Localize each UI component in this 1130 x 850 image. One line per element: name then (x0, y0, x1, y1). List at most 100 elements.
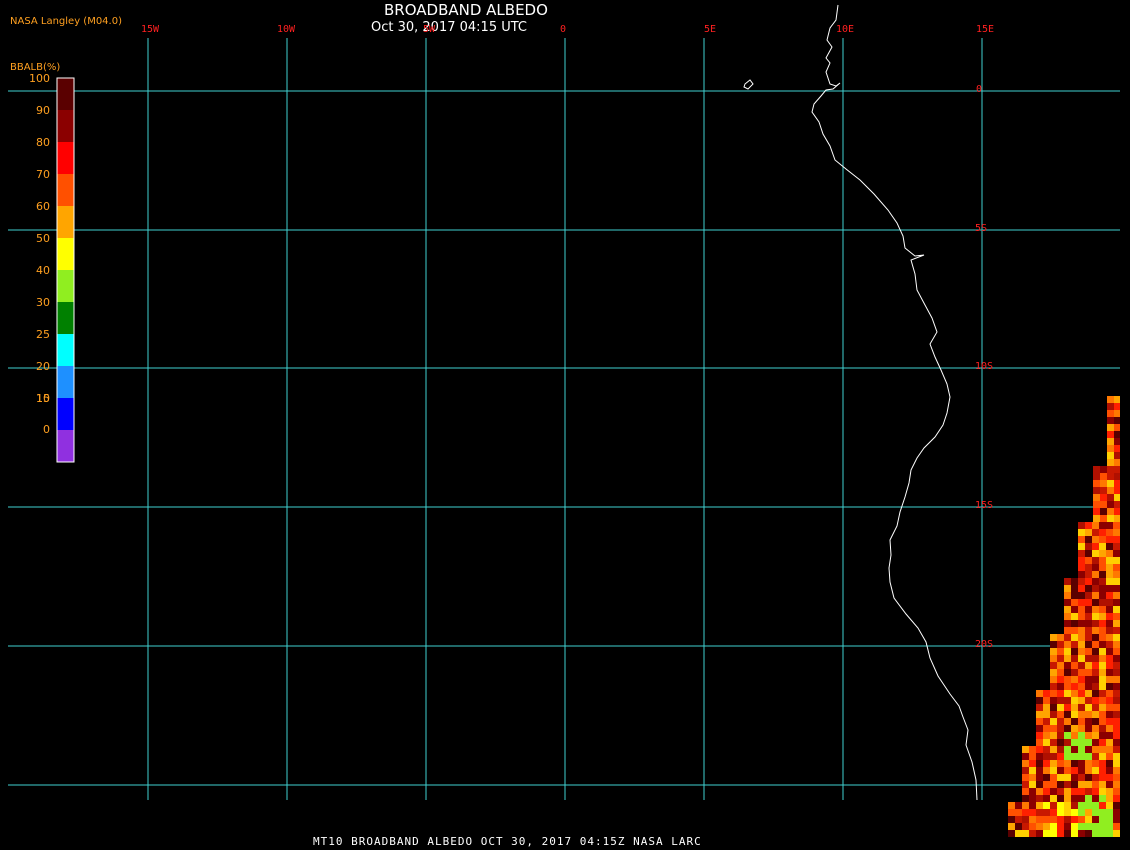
albedo-cell (1078, 774, 1085, 781)
albedo-cell (1043, 739, 1050, 746)
albedo-cell (1064, 606, 1071, 613)
albedo-cell (1064, 690, 1071, 697)
albedo-cell (1092, 823, 1099, 830)
albedo-cell (1093, 487, 1100, 494)
albedo-cell (1085, 571, 1092, 578)
albedo-cell (1099, 816, 1106, 823)
albedo-cell (1036, 704, 1043, 711)
albedo-cell (1100, 473, 1107, 480)
albedo-cell (1057, 669, 1064, 676)
albedo-cell (1092, 774, 1099, 781)
albedo-cell (1106, 529, 1113, 536)
albedo-cell (1071, 690, 1078, 697)
albedo-cell (1100, 494, 1107, 501)
colorbar-tick-label: 100 (29, 72, 50, 85)
albedo-cell (1113, 620, 1120, 627)
albedo-cell (1071, 739, 1078, 746)
albedo-cell (1022, 760, 1029, 767)
albedo-cell (1036, 725, 1043, 732)
albedo-cell (1113, 606, 1120, 613)
albedo-cell (1022, 781, 1029, 788)
albedo-cell (1113, 760, 1120, 767)
albedo-cell (1050, 767, 1057, 774)
albedo-cell (1071, 830, 1078, 837)
albedo-cell (1093, 501, 1100, 508)
albedo-cell (1113, 711, 1120, 718)
albedo-cell (1099, 627, 1106, 634)
albedo-cell (1106, 522, 1113, 529)
albedo-cell (1085, 816, 1092, 823)
albedo-cell (1029, 795, 1036, 802)
albedo-cell (1114, 515, 1120, 522)
albedo-cell (1050, 704, 1057, 711)
albedo-cell (1099, 802, 1106, 809)
albedo-cell (1008, 816, 1015, 823)
colorbar-swatch (57, 110, 74, 142)
albedo-cell (1064, 753, 1071, 760)
albedo-cell (1071, 669, 1078, 676)
map-subtitle: Oct 30, 2017 04:15 UTC (371, 20, 527, 35)
albedo-cell (1078, 578, 1085, 585)
albedo-cell (1078, 690, 1085, 697)
colorbar-swatch (57, 334, 74, 366)
albedo-cell (1085, 543, 1092, 550)
albedo-cell (1015, 830, 1022, 837)
albedo-cell (1050, 662, 1057, 669)
albedo-cell (1100, 466, 1107, 473)
albedo-cell (1099, 620, 1106, 627)
albedo-cell (1078, 599, 1085, 606)
albedo-cell (1092, 697, 1099, 704)
albedo-cell (1085, 606, 1092, 613)
albedo-cell (1050, 683, 1057, 690)
albedo-cell (1085, 522, 1092, 529)
albedo-cell (1113, 683, 1120, 690)
colorbar-tick-label: 25 (36, 328, 50, 341)
albedo-cell (1092, 676, 1099, 683)
albedo-cell (1092, 732, 1099, 739)
latitude-label: 0 (976, 84, 983, 95)
albedo-cell (1106, 606, 1113, 613)
albedo-cell (1050, 676, 1057, 683)
albedo-cell (1057, 704, 1064, 711)
albedo-cell (1085, 564, 1092, 571)
albedo-cell (1085, 641, 1092, 648)
albedo-cell (1107, 508, 1114, 515)
albedo-cell (1071, 676, 1078, 683)
albedo-cell (1113, 781, 1120, 788)
albedo-cell (1029, 753, 1036, 760)
albedo-cell (1106, 711, 1113, 718)
longitude-label: 0 (560, 24, 567, 35)
albedo-map (8, 4, 1120, 837)
albedo-cell (1071, 767, 1078, 774)
albedo-cell (1093, 508, 1100, 515)
albedo-cell (1064, 830, 1071, 837)
albedo-cell (1050, 781, 1057, 788)
albedo-cell (1057, 648, 1064, 655)
albedo-cell (1008, 802, 1015, 809)
albedo-cell (1057, 753, 1064, 760)
albedo-cell (1064, 718, 1071, 725)
albedo-cell (1107, 424, 1114, 431)
albedo-cell (1107, 494, 1114, 501)
albedo-cell (1106, 585, 1113, 592)
albedo-cell (1057, 802, 1064, 809)
albedo-cell (1057, 781, 1064, 788)
albedo-cell (1043, 816, 1050, 823)
albedo-cell (1085, 662, 1092, 669)
albedo-cell (1106, 830, 1113, 837)
albedo-cell (1113, 767, 1120, 774)
albedo-cell (1036, 795, 1043, 802)
albedo-cell (1085, 802, 1092, 809)
albedo-cell (1100, 508, 1107, 515)
albedo-cell (1029, 823, 1036, 830)
albedo-cell (1113, 739, 1120, 746)
albedo-cell (1078, 732, 1085, 739)
albedo-cell (1092, 564, 1099, 571)
albedo-cell (1092, 557, 1099, 564)
albedo-cell (1106, 627, 1113, 634)
albedo-cell (1043, 704, 1050, 711)
albedo-cell (1099, 788, 1106, 795)
albedo-cell (1092, 753, 1099, 760)
albedo-cell (1064, 620, 1071, 627)
albedo-cell (1099, 711, 1106, 718)
